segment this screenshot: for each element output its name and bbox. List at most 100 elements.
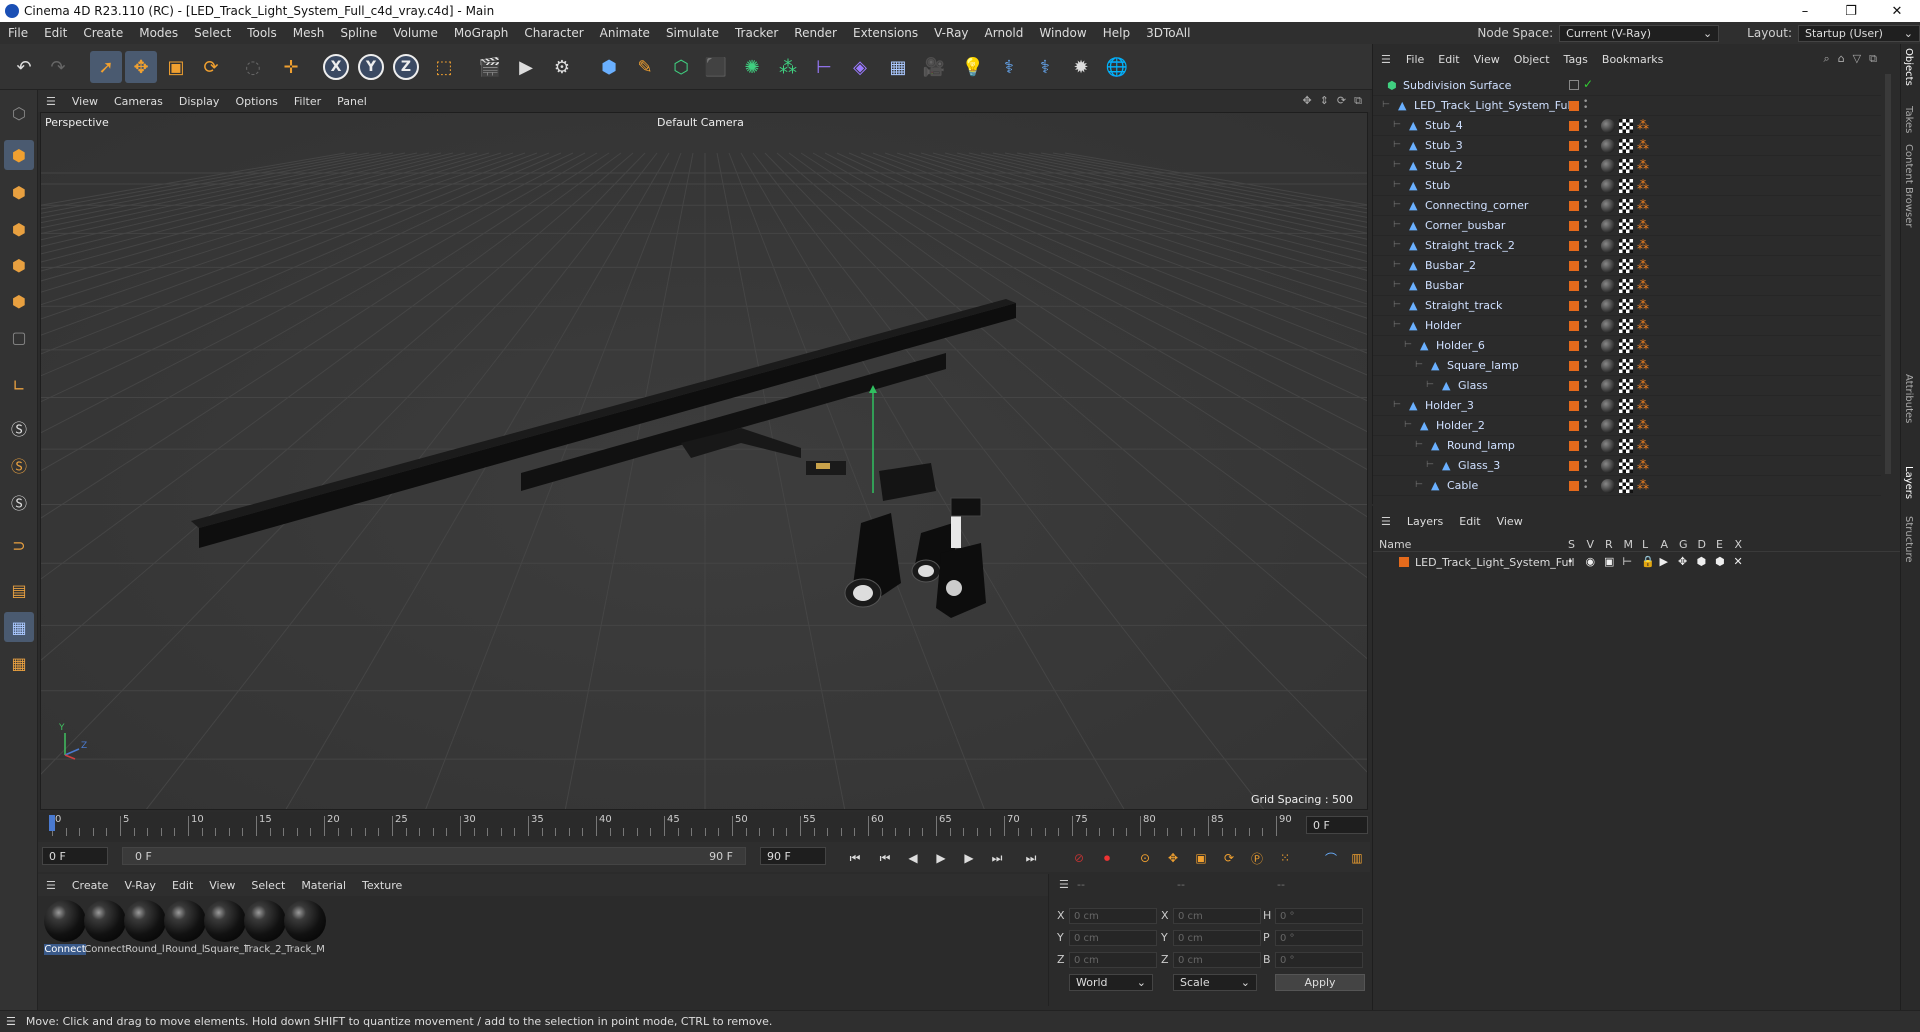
material-tag-icon[interactable] [1601, 439, 1615, 453]
vray-tag-icon[interactable]: ⁂ [1637, 318, 1651, 332]
visibility-dots-icon[interactable]: • • [1583, 198, 1588, 213]
material-thumbnail[interactable]: Round_l [124, 900, 166, 955]
camera-icon[interactable]: 🎥 [918, 51, 950, 83]
hamburger-menu-icon[interactable]: ☰ [1373, 53, 1399, 66]
object-row[interactable]: ⊢ ▲ Straight_track_2 • • ⁂ [1373, 236, 1881, 256]
menu-v-ray[interactable]: V-Ray [926, 26, 976, 40]
material-menu-texture[interactable]: Texture [354, 879, 410, 892]
visibility-dots-icon[interactable]: • • [1583, 218, 1588, 233]
vray-tag-icon[interactable]: ⁂ [1637, 458, 1651, 472]
pen-spline-icon[interactable]: ✎ [629, 51, 661, 83]
rotate-view-icon[interactable]: ⟳ [1337, 94, 1346, 108]
visibility-dots-icon[interactable]: • • [1583, 418, 1588, 433]
texture-tag-icon[interactable] [1619, 339, 1633, 353]
coordinate-field[interactable]: 0 cm [1069, 908, 1157, 924]
object-scrollbar[interactable] [1885, 74, 1891, 474]
layer-color-tag[interactable] [1569, 461, 1579, 471]
material-tag-icon[interactable] [1601, 379, 1615, 393]
tab-structure[interactable]: Structure [1903, 516, 1914, 563]
vray-tag-icon[interactable]: ⁂ [1637, 198, 1651, 212]
hamburger-menu-icon[interactable]: ☰ [38, 879, 64, 892]
visibility-dots-icon[interactable]: • • [1583, 238, 1588, 253]
menu-icon[interactable]: ☰ [1059, 878, 1069, 891]
menu-window[interactable]: Window [1031, 26, 1094, 40]
material-tag-icon[interactable] [1601, 239, 1615, 253]
animation-icon[interactable]: ▶ [1660, 555, 1668, 568]
menu-spline[interactable]: Spline [332, 26, 385, 40]
undo-icon[interactable]: ↶ [8, 51, 40, 83]
floor-icon[interactable]: ▦ [882, 51, 914, 83]
python-icon[interactable]: ⚕ [993, 51, 1025, 83]
render-view-icon[interactable]: 🎬 [474, 51, 506, 83]
extrude-icon[interactable]: ⬛ [700, 51, 732, 83]
material-thumbnail[interactable]: Track_M [284, 900, 326, 955]
key-scale-icon[interactable]: ▣ [1190, 847, 1212, 869]
deformer-icon[interactable]: ⊢ [808, 51, 840, 83]
end-frame-field[interactable]: 90 F [760, 847, 826, 865]
material-tag-icon[interactable] [1601, 419, 1615, 433]
object-row[interactable]: ⊢ ▲ Glass_3 • • ⁂ [1373, 456, 1881, 476]
vray-tag-icon[interactable]: ⁂ [1637, 118, 1651, 132]
coordinate-field[interactable]: 0 cm [1173, 930, 1261, 946]
texture-tag-icon[interactable] [1619, 219, 1633, 233]
lock-workplane-icon[interactable]: ▦ [4, 648, 34, 678]
material-tag-icon[interactable] [1601, 219, 1615, 233]
material-tag-icon[interactable] [1601, 479, 1615, 493]
material-menu-view[interactable]: View [201, 879, 243, 892]
object-row[interactable]: ⊢ ▲ LED_Track_Light_System_Full • • [1373, 96, 1881, 116]
layer-color-tag[interactable] [1569, 361, 1579, 371]
rotate-tool-icon[interactable]: ⟳ [195, 51, 227, 83]
layer-color-tag[interactable] [1569, 301, 1579, 311]
texture-tag-icon[interactable] [1619, 139, 1633, 153]
current-frame-field[interactable]: 0 F [1306, 816, 1368, 834]
layer-color-tag[interactable] [1569, 201, 1579, 211]
previous-frame-icon[interactable]: ◀ [902, 847, 924, 869]
vray-tag-icon[interactable]: ⁂ [1637, 178, 1651, 192]
visibility-dots-icon[interactable]: • • [1583, 258, 1588, 273]
layer-row[interactable]: LED_Track_Light_System_Full • ◉ ▣ ⊢ 🔒 ▶ ✥ ⬢ ⬢ ✕ [1373, 554, 1901, 572]
layer-color-tag[interactable] [1569, 401, 1579, 411]
layer-color-tag[interactable] [1569, 101, 1579, 111]
vray-tag-icon[interactable]: ⁂ [1637, 378, 1651, 392]
object-row[interactable]: ⊢ ▲ Holder_2 • • ⁂ [1373, 416, 1881, 436]
apply-button[interactable]: Apply [1275, 974, 1365, 991]
material-tag-icon[interactable] [1601, 119, 1615, 133]
menu-edit[interactable]: Edit [36, 26, 75, 40]
layer-color-tag[interactable] [1569, 221, 1579, 231]
go-to-end-icon[interactable]: ⏭ [1020, 847, 1042, 869]
filter-icon[interactable]: ▽ [1853, 52, 1861, 66]
live-selection-icon[interactable]: ◌ [237, 51, 269, 83]
texture-tag-icon[interactable] [1619, 299, 1633, 313]
y-axis-lock-icon[interactable]: Y [355, 51, 387, 83]
solo-icon[interactable]: • [1567, 555, 1574, 568]
make-editable-icon[interactable]: ⬡ [4, 98, 34, 128]
visibility-dots-icon[interactable]: • • [1583, 138, 1588, 153]
viewport-menu-options[interactable]: Options [227, 95, 285, 108]
home-icon[interactable]: ⌂ [1838, 52, 1845, 66]
vray-tag-icon[interactable]: ⁂ [1637, 278, 1651, 292]
eye-icon[interactable]: ◉ [1586, 555, 1596, 568]
mograph-cubes-icon[interactable]: ⁂ [772, 51, 804, 83]
vray-tag-icon[interactable]: ⁂ [1637, 298, 1651, 312]
axis-mode-icon[interactable]: ∟ [4, 370, 34, 400]
object-row[interactable]: ⊢ ▲ Round_lamp • • ⁂ [1373, 436, 1881, 456]
material-menu-v-ray[interactable]: V-Ray [116, 879, 164, 892]
workplane-icon[interactable]: ▤ [4, 575, 34, 605]
vray-tag-icon[interactable]: ⁂ [1637, 418, 1651, 432]
texture-tag-icon[interactable] [1619, 479, 1633, 493]
menu-create[interactable]: Create [75, 26, 131, 40]
polygons-mode-icon[interactable]: ⬢ [4, 286, 34, 316]
object-row[interactable]: ⊢ ▲ Corner_busbar • • ⁂ [1373, 216, 1881, 236]
object-menu-tags[interactable]: Tags [1557, 53, 1595, 66]
record-keys-icon[interactable]: ⊘ [1068, 847, 1090, 869]
material-tag-icon[interactable] [1601, 319, 1615, 333]
tab-layers[interactable]: Layers [1903, 466, 1914, 499]
generator-icon[interactable]: ✥ [1678, 555, 1687, 568]
settings-gear-icon[interactable]: ✹ [1065, 51, 1097, 83]
close-button[interactable]: ✕ [1874, 0, 1920, 22]
tab-attributes[interactable]: Attributes [1903, 374, 1914, 423]
viewport-menu-display[interactable]: Display [171, 95, 228, 108]
enabled-checkmark-icon[interactable]: ✓ [1583, 77, 1593, 91]
vray-tag-icon[interactable]: ⁂ [1637, 138, 1651, 152]
menu-character[interactable]: Character [516, 26, 591, 40]
